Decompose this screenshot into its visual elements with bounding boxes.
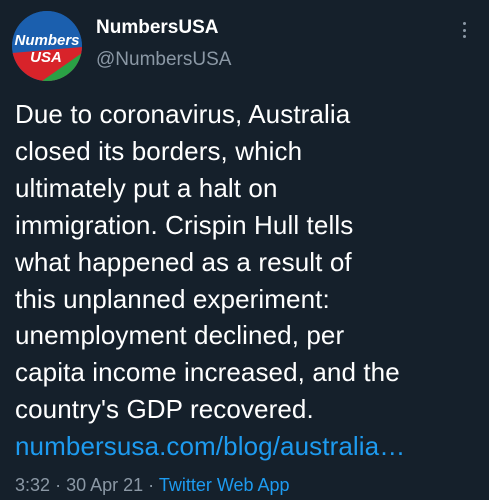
tweet-time[interactable]: 3:32 bbox=[15, 475, 50, 495]
tweet-text: Due to coronavirus, Australia closed its… bbox=[15, 96, 483, 465]
avatar-text-bottom: USA bbox=[30, 49, 62, 66]
avatar[interactable]: Numbers USA bbox=[12, 11, 82, 81]
more-dot bbox=[462, 22, 466, 25]
more-dot bbox=[462, 35, 466, 38]
tweet-text-line: Due to coronavirus, Australia bbox=[15, 99, 351, 129]
author-display-name[interactable]: NumbersUSA bbox=[96, 17, 218, 39]
tweet-text-line: unemployment declined, per bbox=[15, 320, 345, 351]
tweet-text-line: this unplanned experiment: bbox=[15, 283, 330, 314]
tweet-text-line: what happened as a result of bbox=[15, 246, 352, 277]
tweet-link[interactable]: numbersusa.com/blog/australia… bbox=[15, 428, 483, 465]
tweet-text-line: capita income increased, and the bbox=[15, 357, 400, 388]
author-handle[interactable]: @NumbersUSA bbox=[96, 49, 231, 71]
meta-separator: · bbox=[148, 475, 155, 495]
tweet-text-line: closed its borders, which bbox=[15, 135, 303, 166]
more-dot bbox=[462, 28, 466, 32]
tweet-text-line: country's GDP recovered. bbox=[15, 394, 314, 425]
numbersusa-logo-icon: Numbers USA bbox=[12, 11, 82, 81]
avatar-text-top: Numbers bbox=[14, 32, 79, 49]
more-vertical-icon[interactable] bbox=[454, 20, 474, 40]
tweet-text-line: immigration. Crispin Hull tells bbox=[15, 209, 354, 240]
tweet-card[interactable]: Numbers USA NumbersUSA @NumbersUSA Due t… bbox=[0, 0, 489, 500]
tweet-date[interactable]: 30 Apr 21 bbox=[66, 475, 143, 495]
tweet-meta: 3:32 · 30 Apr 21 · Twitter Web App bbox=[15, 475, 290, 496]
tweet-source[interactable]: Twitter Web App bbox=[159, 475, 290, 495]
meta-separator: · bbox=[55, 475, 62, 495]
tweet-text-line: ultimately put a halt on bbox=[15, 172, 278, 203]
